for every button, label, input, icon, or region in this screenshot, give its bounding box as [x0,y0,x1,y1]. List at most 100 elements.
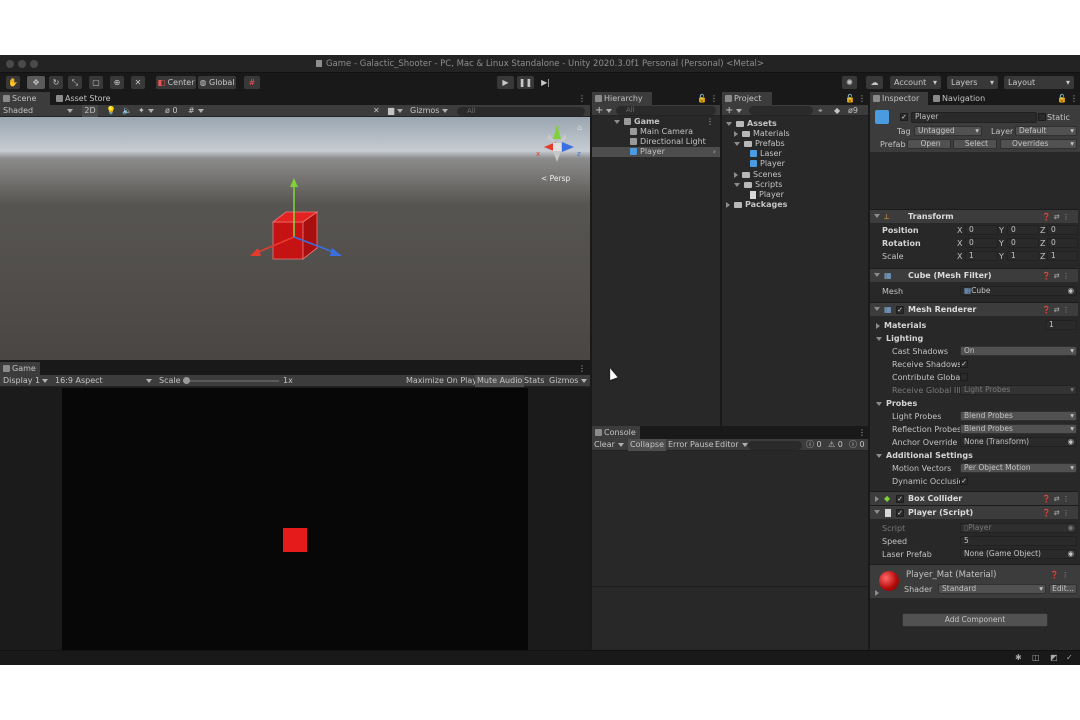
editor-dropdown[interactable]: Editor [715,439,748,451]
probes-foldout[interactable]: Probes [876,399,917,408]
warning-filter-toggle[interactable]: ⚠ 0 [828,439,843,451]
inspector-menu-button[interactable]: ⋮ [1068,92,1078,105]
active-checkbox[interactable]: ✓ [900,113,908,121]
rotation-y-field[interactable]: 0 [1007,238,1039,248]
tab-navigation[interactable]: Navigation [930,92,992,105]
mute-audio-toggle[interactable]: Mute Audio [475,375,525,387]
hierarchy-item-main-camera[interactable]: Main Camera [630,127,693,137]
component-actions[interactable]: ❓⇄⋮ [1042,272,1073,280]
receive-shadows-checkbox[interactable]: ✓ [960,360,968,368]
inspector-lock-button[interactable]: 🔓 [1056,92,1067,105]
project-item-prefabs[interactable]: Prefabs [734,139,785,149]
layer-dropdown[interactable]: Default ▾ [1015,126,1077,136]
hierarchy-menu-button[interactable]: ⋮ [708,92,718,105]
component-actions[interactable]: ❓⇄⋮ [1042,306,1073,314]
materials-foldout[interactable]: Materials [876,321,926,330]
shading-mode-dropdown[interactable]: Shaded [3,105,75,117]
console-detail-area[interactable] [592,586,868,650]
contribute-gi-checkbox[interactable] [960,373,968,381]
layout-dropdown[interactable]: Layout ▾ [1004,76,1074,89]
chevron-right-icon[interactable]: › [713,147,716,157]
collab-button[interactable]: ✺ [842,76,857,89]
pos-x-label[interactable]: X [957,226,962,235]
static-checkbox[interactable] [1038,113,1046,121]
project-lock-button[interactable]: 🔓 [844,92,855,105]
project-search-input[interactable] [749,106,813,115]
tab-scene[interactable]: Scene [0,92,50,105]
error-pause-toggle[interactable]: Error Pause [668,439,714,451]
display-dropdown[interactable]: Display 1 [3,375,49,387]
scale-slider-track[interactable] [183,380,279,382]
rotation-x-field[interactable]: 0 [965,238,998,248]
prefab-select-button[interactable]: Select [953,139,997,149]
prefab-overrides-dropdown[interactable]: Overrides ▾ [1000,139,1077,149]
project-item-assets[interactable]: Assets [726,119,777,129]
hidden-packages-toggle[interactable]: ø9 [848,105,858,117]
move-tool-button[interactable]: ✥ [27,76,45,89]
hierarchy-item-player[interactable]: Player › [592,147,720,157]
player-cube-selected[interactable] [271,211,319,260]
pos-z-label[interactable]: Z [1040,226,1045,235]
project-item-player-script[interactable]: Player [750,190,784,200]
mesh-field[interactable]: ▦Cube ◉ [960,286,1077,296]
cast-shadows-dropdown[interactable]: On ▾ [960,346,1077,356]
box-collider-header[interactable]: ◆ ✓ Box Collider ❓⇄⋮ [870,491,1078,505]
tab-game[interactable]: Game [0,362,40,375]
audio-toggle[interactable]: 🔈 [122,105,132,117]
camera-dropdown[interactable]: ▆ [388,105,404,117]
rect-tool-button[interactable]: ▢ [89,76,103,89]
game-menu-button[interactable]: ⋮ [576,362,586,375]
progress-check-icon[interactable]: ✓ [1066,653,1073,662]
reflection-probes-dropdown[interactable]: Blend Probes ▾ [960,424,1077,434]
position-z-field[interactable]: 0 [1047,225,1078,235]
scale-y-field[interactable]: 1 [1007,251,1039,261]
layers-icon[interactable]: ◫ [1032,653,1040,662]
dynamic-occlusion-checkbox[interactable]: ✓ [960,477,968,485]
debug-icon[interactable]: ✱ [1015,653,1022,662]
mesh-filter-header[interactable]: ▦ Cube (Mesh Filter) ❓⇄⋮ [870,268,1078,282]
position-y-field[interactable]: 0 [1007,225,1039,235]
mesh-renderer-enabled-checkbox[interactable]: ✓ [896,306,904,314]
layers-dropdown[interactable]: Layers ▾ [947,76,998,89]
transform-header[interactable]: ⟂ Transform ❓⇄⋮ [870,209,1078,223]
viewport-lock-icon[interactable]: ⌂ [577,123,582,132]
rotate-tool-button[interactable]: ↻ [49,76,63,89]
object-picker-icon[interactable]: ◉ [1067,550,1074,558]
chevron-right-icon[interactable] [875,590,879,596]
scale-x-label[interactable]: X [957,252,962,261]
log-filter-toggle[interactable]: ⓘ 0 [806,439,822,451]
mesh-renderer-header[interactable]: ▦ ✓ Mesh Renderer ❓⇄⋮ [870,302,1078,316]
shader-edit-button[interactable]: Edit... [1049,584,1077,594]
scale-tool-button[interactable]: ⤡ [68,76,82,89]
stats-toggle[interactable]: Stats [524,375,544,387]
object-picker-icon[interactable]: ◉ [1067,438,1074,446]
effects-dropdown[interactable]: ✦ [138,105,154,117]
grid-dropdown[interactable]: # [188,105,204,117]
error-filter-toggle[interactable]: ⓘ 0 [849,439,865,451]
play-button[interactable]: ▶ [497,76,514,89]
scene-viewport[interactable]: y x z < Persp ⌂ [0,117,590,360]
custom-tool-button[interactable]: ✕ [131,76,145,89]
search-label-button[interactable]: ◆ [834,105,840,117]
pivot-toggle[interactable]: ◧ Center [156,76,196,89]
rot-x-label[interactable]: X [957,239,962,248]
additional-settings-foldout[interactable]: Additional Settings [876,451,973,460]
tab-project[interactable]: Project [722,92,772,105]
hierarchy-lock-button[interactable]: 🔓 [696,92,707,105]
aspect-dropdown[interactable]: 16:9 Aspect [55,375,153,387]
console-menu-button[interactable]: ⋮ [856,426,866,439]
project-item-scripts[interactable]: Scripts [734,180,782,190]
hand-tool-button[interactable]: ✋ [6,76,20,89]
project-menu-button[interactable]: ⋮ [856,92,866,105]
component-actions[interactable]: ❓⇄⋮ [1042,509,1073,517]
tab-console[interactable]: Console [592,426,640,439]
tab-asset-store[interactable]: Asset Store [53,92,115,105]
prefab-open-button[interactable]: Open [907,139,951,149]
box-collider-enabled-checkbox[interactable]: ✓ [896,495,904,503]
clear-dropdown[interactable]: Clear [594,439,624,451]
mode-2d-toggle[interactable]: 2D [82,105,98,117]
hierarchy-item-game[interactable]: Game ⋮ [614,117,720,127]
tab-inspector[interactable]: Inspector [870,92,928,105]
step-button[interactable]: ▶| [537,76,554,89]
lighting-toggle[interactable]: 💡 [106,105,116,117]
